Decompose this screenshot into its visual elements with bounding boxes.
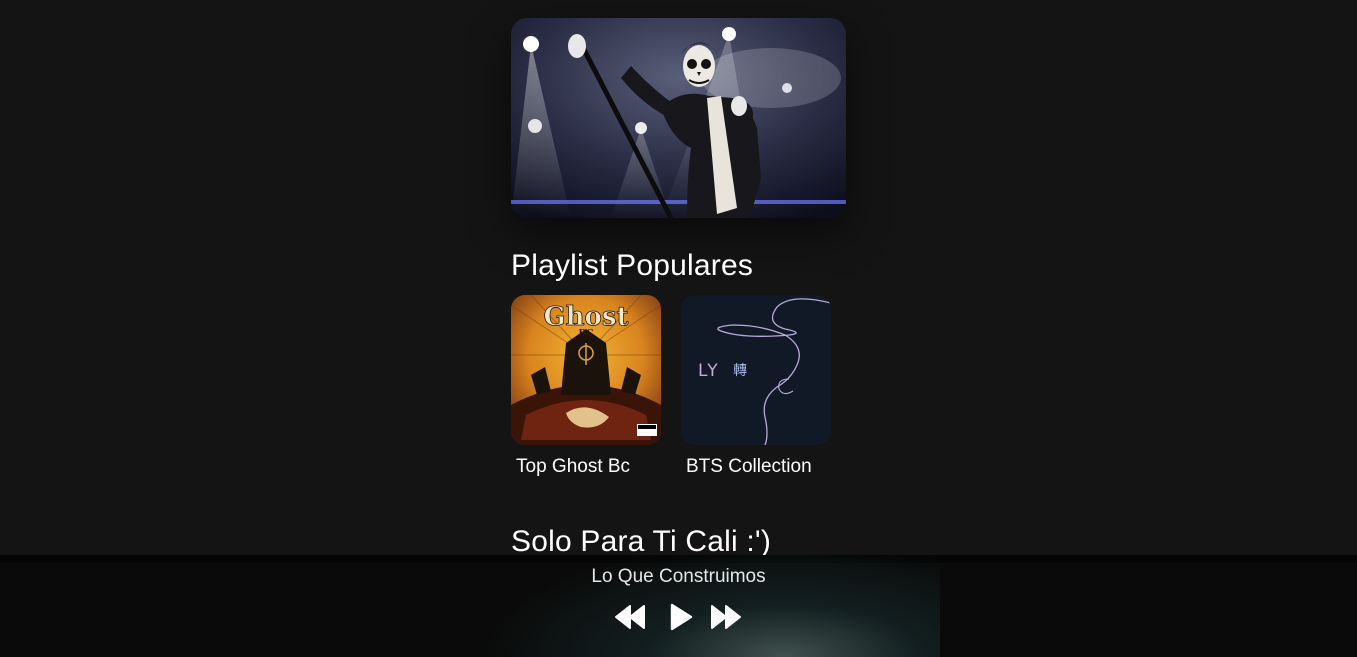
play-icon[interactable]: [669, 603, 693, 631]
svg-text:Ghost: Ghost: [543, 302, 628, 332]
hero-banner[interactable]: [511, 18, 846, 218]
playlist-label: Top Ghost Bc: [516, 456, 631, 477]
playlist-card-ghost[interactable]: Ghost BC Top Ghost Bc: [511, 295, 661, 478]
svg-text:轉: 轉: [733, 363, 747, 379]
popular-playlists-title: Playlist Populares: [511, 249, 754, 282]
bts-album-art: LY 轉: [681, 295, 831, 445]
playlist-label: BTS Collection: [686, 456, 812, 477]
player-controls: [614, 603, 742, 631]
fast-forward-icon[interactable]: [710, 603, 742, 631]
music-player-bar: Lo Que Construimos: [0, 555, 1357, 657]
now-playing-title: Lo Que Construimos: [591, 566, 766, 587]
page: Playlist Populares Ghost BC Top Ghost Bc…: [0, 0, 1357, 657]
rewind-icon[interactable]: [614, 603, 646, 631]
playlist-cards: Ghost BC Top Ghost Bc LY 轉 BTS Collectio…: [511, 295, 831, 478]
svg-text:BC: BC: [579, 329, 594, 339]
playlist-card-bts[interactable]: LY 轉 BTS Collection: [681, 295, 831, 478]
ghost-album-art: Ghost BC: [511, 295, 661, 445]
hero-image: [511, 18, 846, 218]
svg-text:LY: LY: [698, 361, 720, 381]
main-content: Playlist Populares Ghost BC Top Ghost Bc…: [511, 18, 846, 558]
